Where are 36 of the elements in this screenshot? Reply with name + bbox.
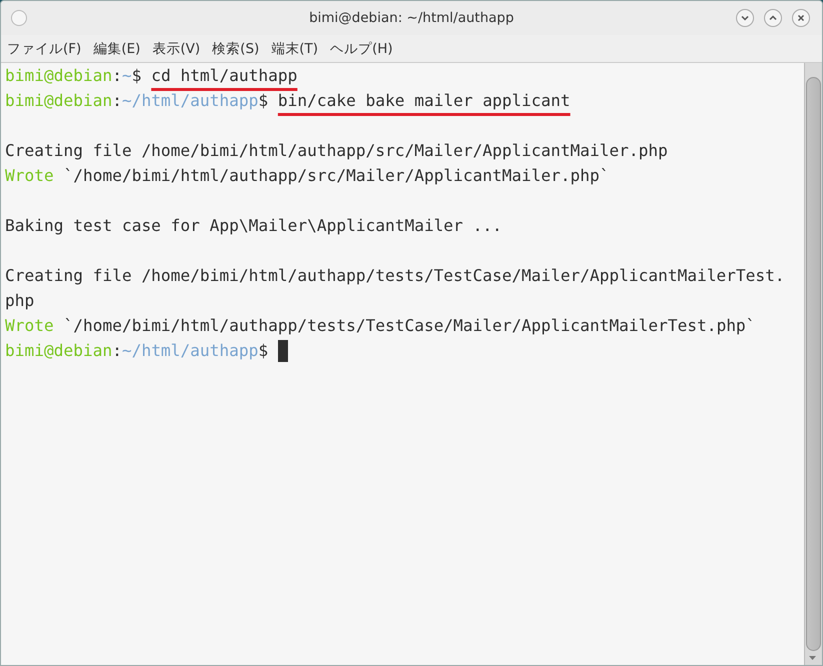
terminal-text: $	[258, 90, 270, 112]
terminal-text: Baking test case for App\Mailer\ApplicantMailer ...	[5, 215, 502, 237]
menu-item[interactable]: 検索(S)	[212, 40, 260, 58]
chevron-down-icon	[740, 13, 750, 23]
prompt-user: bimi@debian	[5, 90, 112, 112]
terminal-text: :	[112, 65, 122, 87]
menu-item[interactable]: 表示(V)	[152, 40, 200, 58]
menu-item[interactable]: ヘルプ(H)	[330, 40, 393, 58]
menu-item[interactable]: 端末(T)	[271, 40, 318, 58]
prompt-user: bimi@debian	[5, 65, 112, 87]
chevron-up-icon	[768, 13, 778, 23]
terminal-text: `/home/bimi/html/authapp/src/Mailer/ApplicantMailer.php`	[62, 165, 610, 187]
terminal-text: php	[5, 290, 34, 312]
terminal-text: :	[112, 90, 122, 112]
window-title: bimi@debian: ~/html/authapp	[309, 10, 514, 26]
prompt-user: Wrote	[5, 315, 54, 337]
minimize-button[interactable]	[736, 9, 754, 27]
close-icon	[796, 13, 806, 23]
terminal-text: $	[132, 65, 142, 87]
window-menu-icon[interactable]	[11, 10, 27, 26]
terminal-text: `/home/bimi/html/authapp/tests/TestCase/Mailer/ApplicantMailerTest.php`	[62, 315, 756, 337]
prompt-user: bimi@debian	[5, 340, 112, 362]
close-button[interactable]	[792, 9, 810, 27]
prompt-path: ~/html/authapp	[122, 340, 258, 362]
terminal-text: :	[112, 340, 122, 362]
terminal-text: cd html/authapp	[151, 65, 298, 87]
menu-item[interactable]: 編集(E)	[93, 40, 140, 58]
terminal-text: Creating file /home/bimi/html/authapp/src/Mailer/ApplicantMailer.php	[5, 140, 668, 162]
prompt-path: ~/html/authapp	[122, 90, 258, 112]
prompt-path: ~	[122, 65, 132, 87]
prompt-user: Wrote	[5, 165, 54, 187]
terminal-text: bin/cake bake mailer applicant	[278, 90, 570, 112]
terminal-text: Creating file /home/bimi/html/authapp/tests/TestCase/Mailer/ApplicantMailerTest.	[5, 265, 785, 287]
menu-item[interactable]: ファイル(F)	[7, 40, 82, 58]
maximize-button[interactable]	[764, 9, 782, 27]
terminal-text: $	[258, 340, 270, 362]
